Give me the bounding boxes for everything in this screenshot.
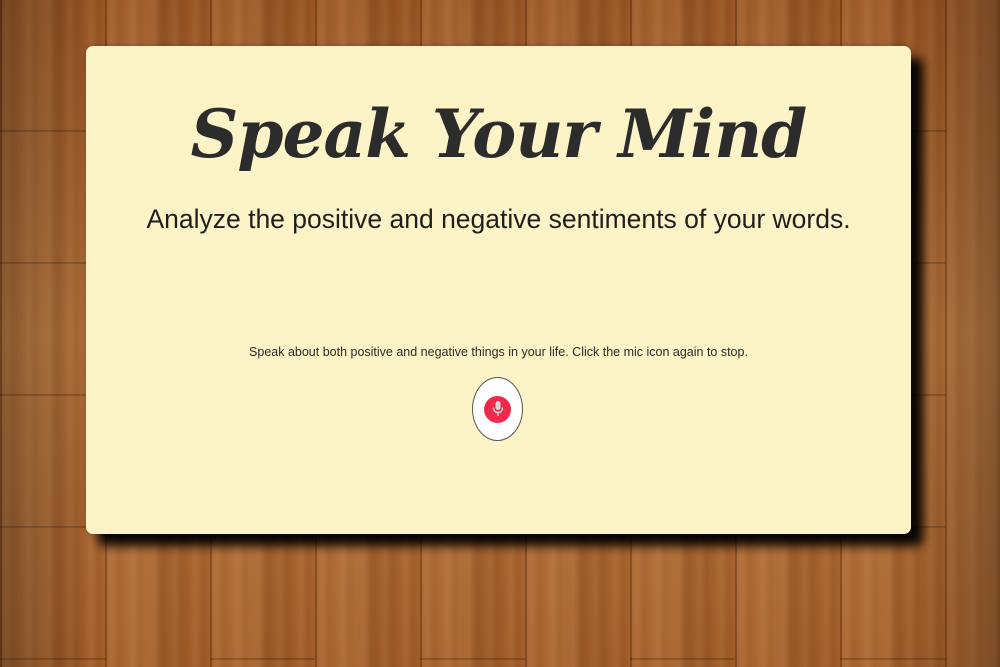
page-title: Speak Your Mind [190, 95, 808, 173]
microphone-icon [484, 395, 511, 423]
page-subtitle: Analyze the positive and negative sentim… [146, 204, 851, 234]
main-card: Speak Your Mind Analyze the positive and… [86, 46, 911, 534]
instructions-text: Speak about both positive and negative t… [249, 345, 748, 359]
mic-button[interactable] [472, 377, 523, 441]
